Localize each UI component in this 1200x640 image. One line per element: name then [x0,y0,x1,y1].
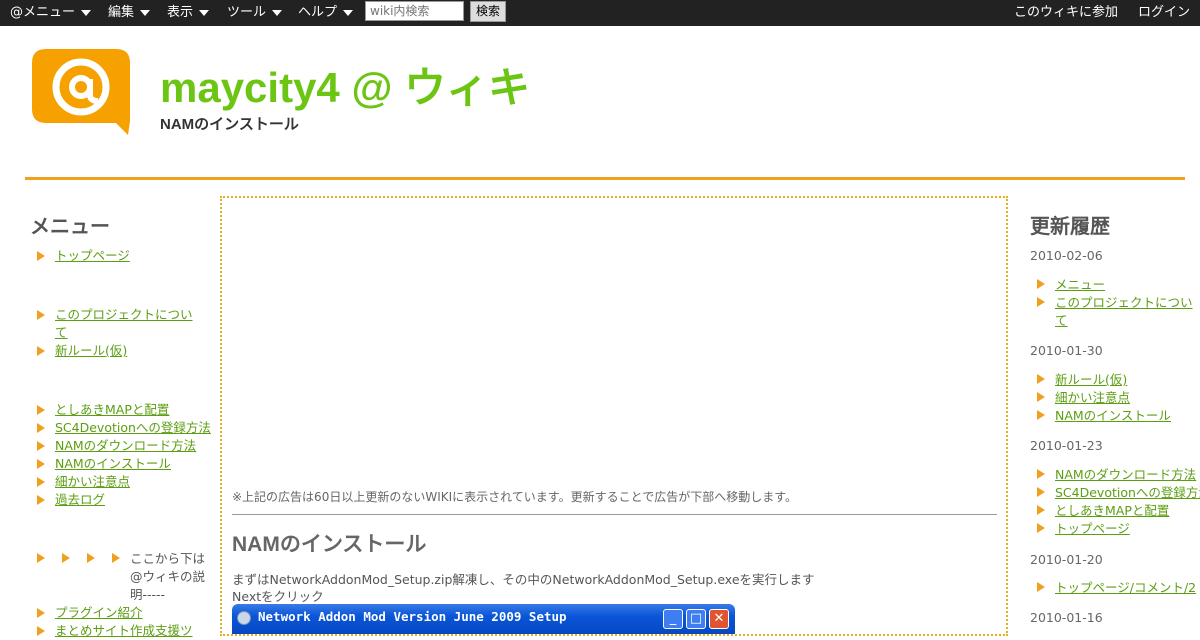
bullet-icon [37,405,45,415]
menu-link-plugins[interactable]: プラグイン紹介 [55,604,143,622]
top-bar: @メニュー 編集 表示 ツール ヘルプ 検索 このウィキに参加 ログイン [0,0,1200,26]
bullet-icon [1037,410,1045,420]
bullet-icon [1037,297,1045,307]
bullet-icon [1037,279,1045,289]
update-date: 2010-01-16 [1030,610,1103,625]
recent-link-new-rules[interactable]: 新ルール(仮) [1055,371,1127,389]
recent-link-nam-install[interactable]: NAMのインストール [1055,407,1171,425]
recent-link-about-project[interactable]: このプロジェクトについ [1055,294,1193,312]
update-date: 2010-01-30 [1030,343,1103,358]
join-wiki-link[interactable]: このウィキに参加 [1014,0,1118,26]
bullet-icon [87,553,95,563]
maximize-icon: □ [686,609,706,629]
help-menu-dropdown[interactable]: ヘルプ [298,0,354,26]
menu-link-sc4devotion[interactable]: SC4Devotionへの登録方法 [55,419,211,437]
atmenu-dropdown[interactable]: @メニュー [10,0,92,26]
menu-link-nam-download[interactable]: NAMのダウンロード方法 [55,437,196,455]
menu-link-summary-tools[interactable]: まとめサイト作成支援ツ [55,622,193,640]
menu-link-about-project-cont[interactable]: て [55,324,68,342]
atwiki-note-line: 明----- [130,587,166,602]
login-link[interactable]: ログイン [1138,0,1190,26]
recent-link-about-project-cont[interactable]: て [1055,312,1068,330]
recent-link-nam-download[interactable]: NAMのダウンロード方法 [1055,466,1196,484]
ad-notice: ※上記の広告は60日以上更新のないWIKIに表示されています。更新することで広告… [232,490,798,504]
bullet-icon [37,477,45,487]
bullet-icon [1037,469,1045,479]
page-title: NAMのインストール [232,533,427,556]
bullet-icon [37,346,45,356]
menu-link-past-log[interactable]: 過去ログ [55,491,105,509]
content-divider [232,514,997,515]
recent-link-notes[interactable]: 細かい注意点 [1055,389,1130,407]
bullet-icon [1037,392,1045,402]
bullet-icon [37,251,45,261]
menu-link-notes[interactable]: 細かい注意点 [55,473,130,491]
bullet-icon [37,626,45,636]
installer-icon [237,611,251,625]
recent-link-toshiaki-map[interactable]: としあきMAPと配置 [1055,502,1169,520]
bullet-icon [37,553,45,563]
site-title[interactable]: maycity4 @ ウィキ [160,62,530,114]
recent-changes-heading: 更新履歴 [1030,216,1110,238]
update-date: 2010-02-06 [1030,248,1103,263]
view-menu-dropdown[interactable]: 表示 [167,0,210,26]
menu-link-top-page[interactable]: トップページ [55,247,130,265]
page-subtitle: NAMのインストール [160,116,299,133]
chevron-down-icon [81,9,92,16]
bullet-icon [1037,523,1045,533]
chevron-down-icon [343,9,354,16]
search-button[interactable]: 検索 [470,1,506,22]
view-menu-label: 表示 [167,5,194,20]
tools-menu-dropdown[interactable]: ツール [227,0,283,26]
bullet-icon [37,608,45,618]
bullet-icon [1037,374,1045,384]
recent-link-sc4devotion[interactable]: SC4Devotionへの登録方法 [1055,484,1200,502]
atmenu-label: @メニュー [10,5,76,20]
bullet-icon [37,423,45,433]
menu-link-toshiaki-map[interactable]: としあきMAPと配置 [55,401,169,419]
recent-link-menu[interactable]: メニュー [1055,276,1105,294]
close-icon: ✕ [709,609,729,629]
help-menu-label: ヘルプ [298,5,338,20]
bullet-icon [112,553,120,563]
atwiki-note-line: @ウィキの説 [130,569,206,584]
edit-menu-label: 編集 [108,5,135,20]
menu-link-new-rules[interactable]: 新ルール(仮) [55,342,127,360]
recent-link-top-page-comment[interactable]: トップページ/コメント/2 [1055,579,1196,597]
bullet-icon [62,553,70,563]
setup-window-title: Network Addon Mod Version June 2009 Setu… [258,609,567,624]
edit-menu-dropdown[interactable]: 編集 [108,0,151,26]
menu-link-nam-install[interactable]: NAMのインストール [55,455,171,473]
bullet-icon [37,495,45,505]
chevron-down-icon [199,9,210,16]
bullet-icon [1037,505,1045,515]
update-date: 2010-01-20 [1030,552,1103,567]
bullet-icon [37,459,45,469]
chevron-down-icon [140,9,151,16]
recent-link-top-page[interactable]: トップページ [1055,520,1130,538]
menu-heading: メニュー [30,216,110,238]
header-divider [25,177,1185,180]
bullet-icon [37,310,45,320]
atwiki-note-line: ここから下は [130,551,206,566]
bullet-icon [1037,487,1045,497]
bullet-icon [1037,582,1045,592]
bullet-icon [37,441,45,451]
atwiki-logo[interactable] [32,49,130,137]
wiki-search-input[interactable] [365,1,464,21]
tools-menu-label: ツール [227,5,267,20]
instruction-text: Nextをクリック [232,589,324,604]
menu-link-about-project[interactable]: このプロジェクトについ [55,306,193,324]
chevron-down-icon [272,9,283,16]
minimize-icon: _ [663,609,683,629]
update-date: 2010-01-23 [1030,438,1103,453]
